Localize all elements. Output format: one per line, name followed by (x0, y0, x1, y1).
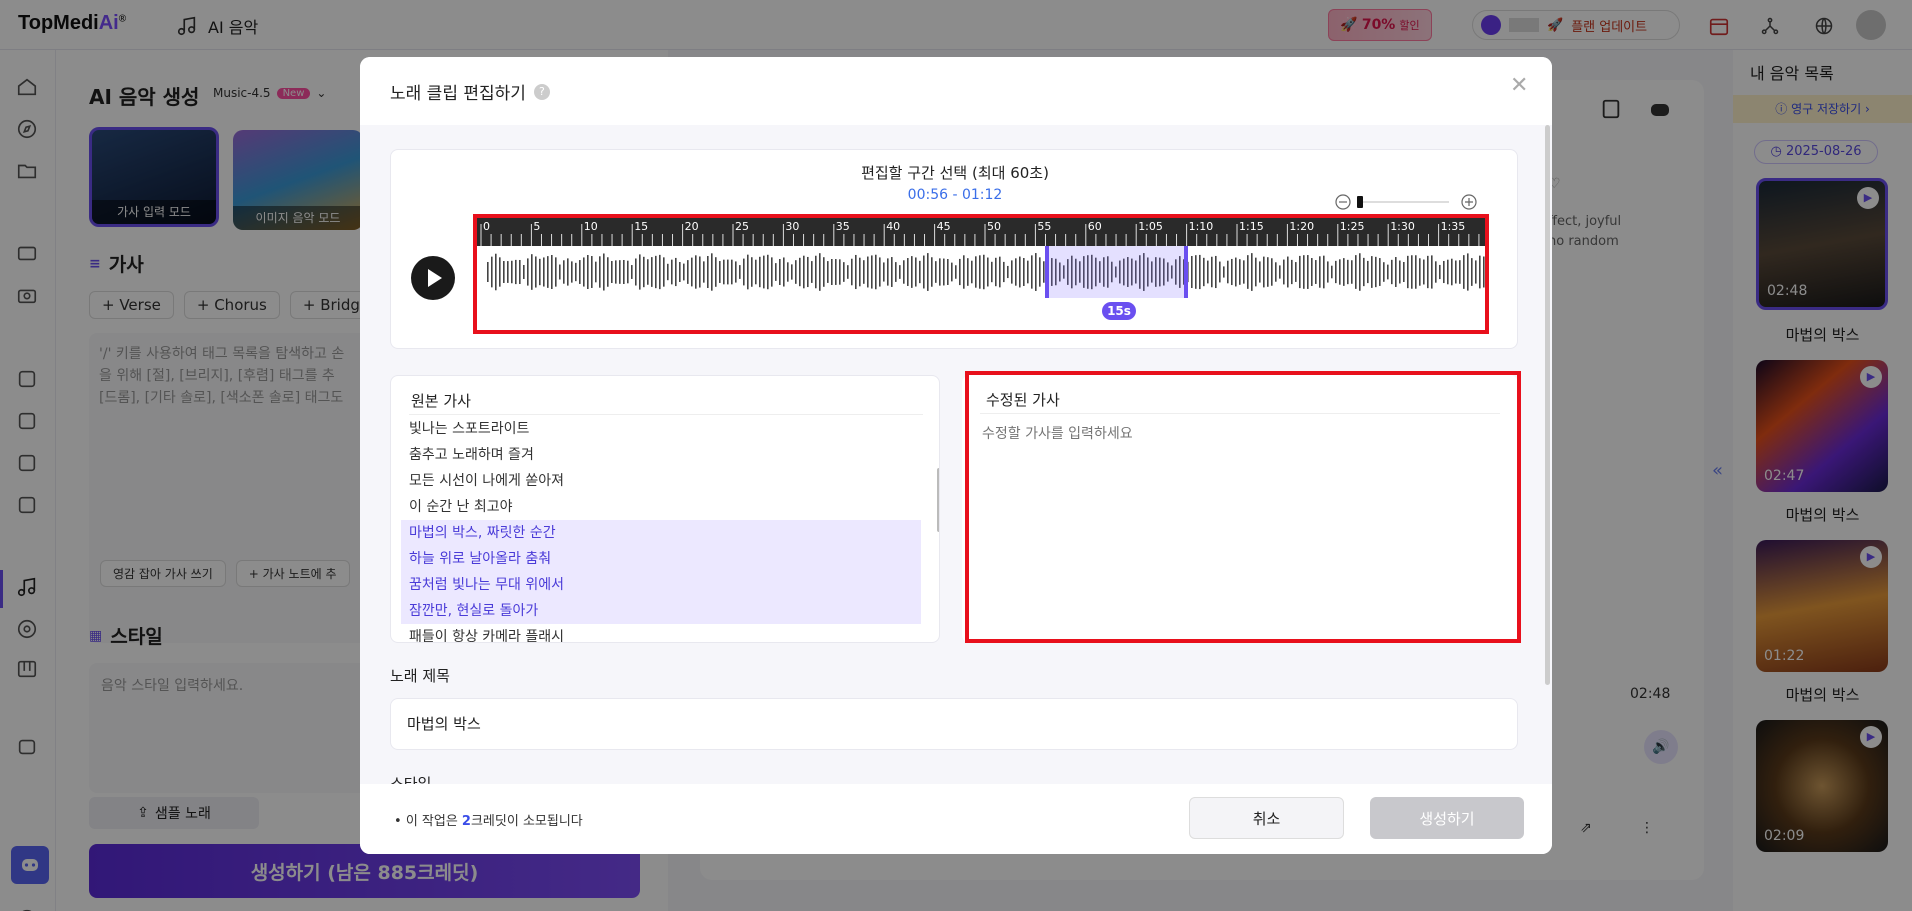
modal-title: 노래 클립 편집하기 ? (390, 79, 550, 104)
lyric-line[interactable]: 꿈처럼 빛나는 무대 위에서 (401, 572, 921, 598)
lyric-line[interactable]: 패들이 항상 카메라 플래시 (401, 624, 921, 642)
lyric-line[interactable]: 마법의 박스, 짜릿한 순간 (401, 520, 921, 546)
lyric-line[interactable]: 잠깐만, 현실로 돌아가 (401, 598, 921, 624)
range-label: 편집할 구간 선택 (최대 60초) (861, 164, 1049, 182)
credit-prefix: 이 작업은 (405, 814, 462, 829)
credit-note: • 이 작업은 2크레딧이 소모됩니다 (394, 814, 583, 829)
credit-amount: 2 (461, 814, 471, 829)
modal-scrollbar[interactable] (1545, 125, 1550, 685)
original-lyrics-card: 원본 가사 빛나는 스포트라이트 춤추고 노래하며 즐겨 모든 시선이 나에게 쏟아… (390, 375, 940, 643)
modal-footer: • 이 작업은 2크레딧이 소모됩니다 취소 생성하기 (360, 784, 1552, 854)
lyric-line[interactable]: 춤추고 노래하며 즐겨 (401, 442, 921, 468)
credit-suffix: 크레딧이 소모됩니다 (470, 814, 583, 829)
lyric-line[interactable]: 빛나는 스포트라이트 (401, 416, 921, 442)
scrollbar[interactable] (937, 468, 939, 532)
play-button[interactable] (411, 256, 455, 300)
help-icon[interactable]: ? (533, 83, 550, 100)
divider (409, 414, 923, 415)
close-icon[interactable]: ✕ (1510, 73, 1532, 98)
highlight-box (473, 214, 1489, 334)
modal-title-text: 노래 클립 편집하기 (390, 84, 526, 104)
zoom-control (1335, 192, 1477, 212)
waveform-card: 편집할 구간 선택 (최대 60초) 00:56 - 01:12 0 5 10 15 2… (390, 149, 1518, 349)
lyric-line[interactable]: 하늘 위로 날아올라 춤춰 (401, 546, 921, 572)
original-lyrics-title: 원본 가사 (411, 392, 471, 410)
highlight-box (965, 371, 1521, 643)
modal-header: 노래 클립 편집하기 ? ✕ (360, 57, 1552, 125)
lyric-line[interactable]: 모든 시선이 나에게 쏟아져 (401, 468, 921, 494)
edit-clip-modal: 노래 클립 편집하기 ? ✕ 편집할 구간 선택 (최대 60초) 00:56 … (360, 57, 1552, 854)
song-title-label: 노래 제목 (390, 667, 450, 685)
lyric-line[interactable]: 이 순간 난 최고야 (401, 494, 921, 520)
song-title-input[interactable]: 마법의 박스 (390, 698, 1518, 750)
create-button[interactable]: 생성하기 (1370, 797, 1524, 839)
cancel-button[interactable]: 취소 (1189, 797, 1344, 839)
